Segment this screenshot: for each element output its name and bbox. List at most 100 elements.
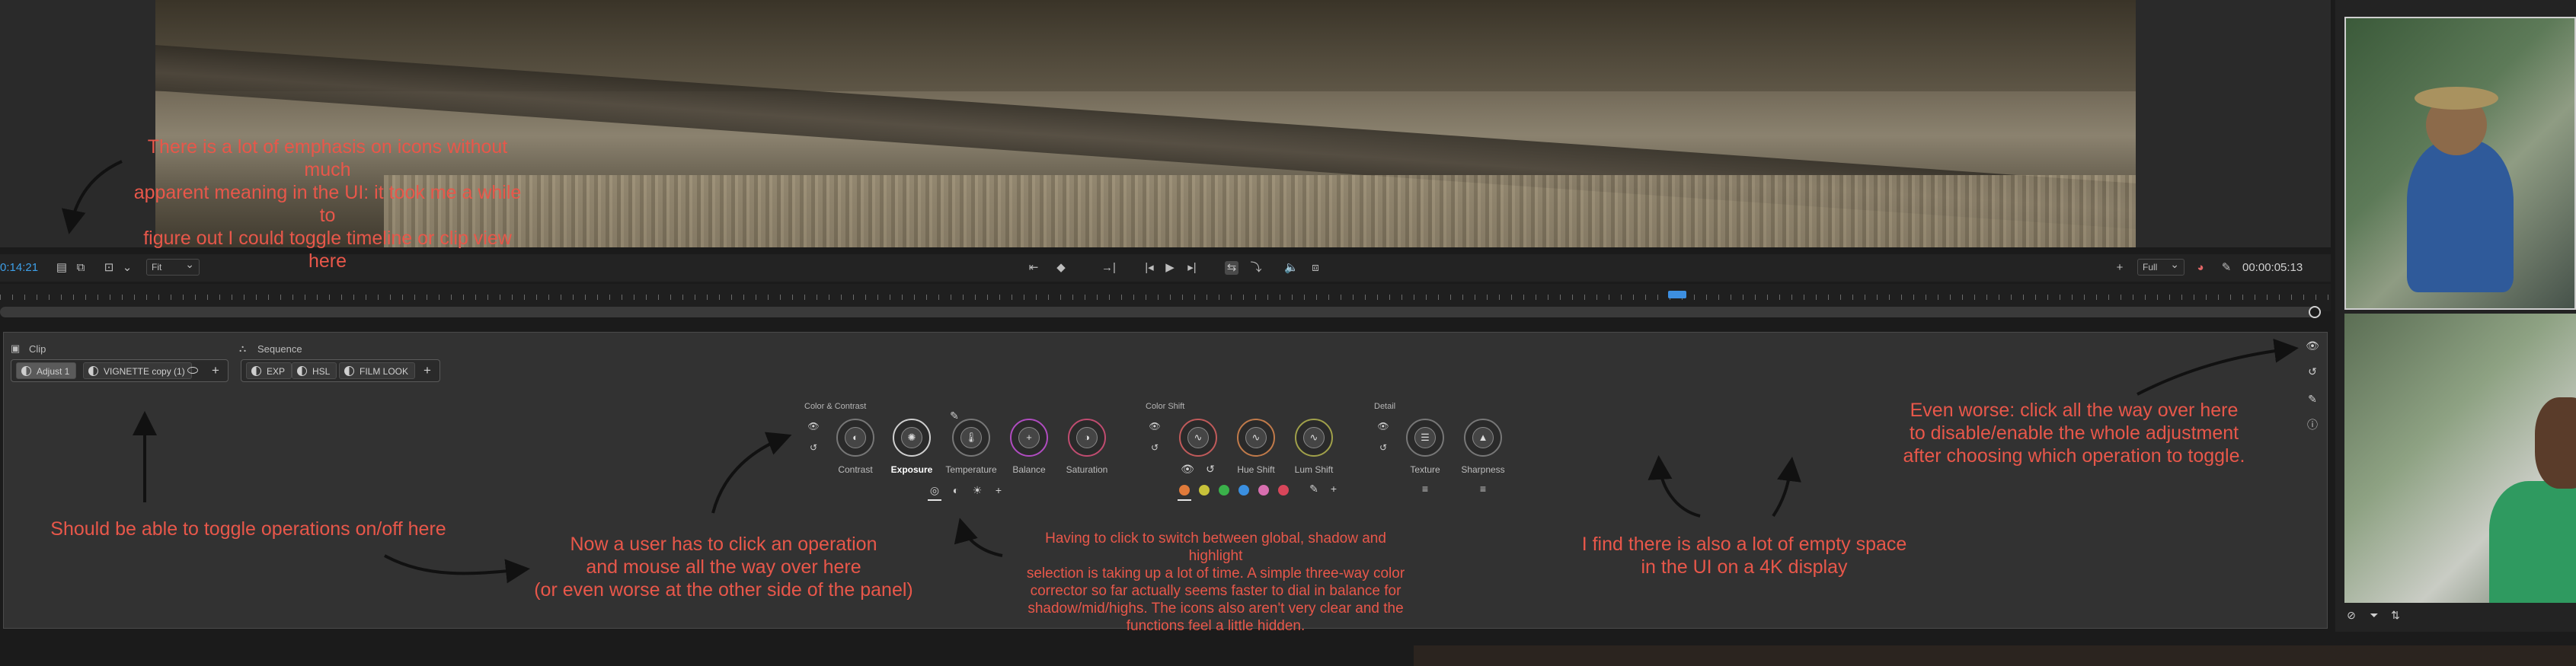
clip-thumbnail-panel: ⊘ ⏷ ⇅	[2335, 0, 2576, 632]
balance-knob[interactable]: +	[1010, 419, 1048, 457]
clip-thumbnail-selected[interactable]	[2344, 17, 2576, 310]
playhead-marker[interactable]	[1668, 291, 1686, 298]
toggle-dot-icon	[21, 366, 31, 376]
reset-icon[interactable]: ↺	[806, 440, 821, 455]
timeline-view-icon[interactable]: ▤	[55, 261, 69, 275]
hue-wheel-knob[interactable]: ∿	[1179, 419, 1217, 457]
detail-title: Detail	[1374, 402, 1396, 411]
clip-tab-icon[interactable]: ▣	[11, 343, 20, 355]
audio-icon[interactable]: 🔈	[1284, 261, 1299, 275]
saturation-icon: ◑	[1076, 427, 1098, 448]
hue-shift-knob[interactable]: ∿	[1237, 419, 1275, 457]
current-timecode[interactable]: 0:14:21	[0, 261, 38, 274]
aperture-icon: ✺	[901, 427, 922, 448]
color-swatch-red[interactable]	[1278, 485, 1289, 496]
eye-icon[interactable]: 👁	[2305, 339, 2320, 355]
mask-icon[interactable]: ⬭	[185, 363, 200, 378]
playback-resolution-select[interactable]: Full	[2137, 257, 2184, 276]
sliders-icon[interactable]: ≡	[1476, 483, 1490, 495]
sliders-icon[interactable]: ≡	[1418, 483, 1432, 495]
add-adjustment-plus-icon[interactable]: +	[208, 363, 223, 378]
wrench-icon[interactable]: ✎	[2305, 393, 2320, 408]
adjustment-chip[interactable]: VIGNETTE copy (1)	[83, 362, 192, 379]
color-swatch-orange[interactable]	[1179, 485, 1190, 496]
sharpness-knob[interactable]: ▲	[1464, 419, 1502, 457]
adjustment-chip[interactable]: Adjust 1	[16, 362, 77, 379]
color-contrast-title: Color & Contrast	[804, 402, 867, 411]
adjustment-chip-label: EXP	[267, 366, 286, 377]
export-frame-icon[interactable]: ⧈	[1309, 261, 1322, 275]
eye-icon[interactable]: 👁	[806, 419, 821, 434]
shadow-icon[interactable]: ◐	[949, 484, 963, 496]
contrast-knob[interactable]: ◐	[836, 419, 874, 457]
reset-icon[interactable]: ↺	[2305, 365, 2320, 381]
adjustment-chip[interactable]: FILM LOOK	[339, 362, 416, 379]
reset-icon[interactable]: ↺	[1147, 440, 1162, 455]
exposure-knob[interactable]: ✺	[893, 419, 931, 457]
clip-view-icon[interactable]: ⧉	[74, 261, 88, 275]
hide-icon[interactable]: ⊘	[2344, 609, 2358, 622]
adjustment-chip-label: Adjust 1	[37, 366, 70, 377]
toggle-dot-icon	[344, 366, 354, 376]
sequence-tab-label[interactable]: Sequence	[257, 343, 302, 355]
zoom-end-handle[interactable]	[2309, 306, 2321, 318]
thermometer-icon: 🌡	[960, 427, 982, 448]
wrench-icon[interactable]: ✎	[2220, 261, 2233, 275]
go-to-in-icon[interactable]: →|	[1101, 261, 1116, 275]
eye-icon[interactable]: 👁	[1376, 419, 1391, 434]
annotation-icons-emphasis: There is a lot of emphasis on icons with…	[133, 136, 522, 272]
sort-icon[interactable]: ⇅	[2389, 609, 2402, 622]
thumbnail-person-face	[2535, 397, 2576, 489]
wave-icon: ∿	[1303, 427, 1325, 448]
plus-icon[interactable]: +	[992, 484, 1005, 496]
saturation-label: Saturation	[1066, 464, 1108, 475]
plus-icon[interactable]: +	[1327, 483, 1341, 495]
color-scopes-icon[interactable]: ◕	[2194, 261, 2207, 275]
loop-icon[interactable]: ⇆	[1225, 261, 1238, 275]
adjustment-chip[interactable]: EXP	[246, 362, 292, 379]
temperature-knob[interactable]: 🌡	[952, 419, 990, 457]
color-swatch-blue[interactable]	[1238, 485, 1249, 496]
color-swatch-green[interactable]	[1219, 485, 1229, 496]
contrast-icon: ◐	[845, 427, 866, 448]
filter-icon[interactable]: ⏷	[2367, 609, 2381, 622]
info-icon[interactable]: ⓘ	[2305, 417, 2320, 432]
clip-tab-label[interactable]: Clip	[29, 343, 46, 355]
play-icon[interactable]: ▶	[1163, 261, 1177, 275]
color-swatch-magenta[interactable]	[1258, 485, 1269, 496]
eyedropper-icon[interactable]: ✎	[1307, 483, 1321, 496]
eye-icon[interactable]: 👁	[1181, 463, 1194, 476]
sequence-tab-icon[interactable]: ⛬	[239, 343, 246, 355]
annotation-even-worse: Even worse: click all the way over here …	[1903, 400, 2245, 467]
lum-shift-knob[interactable]: ∿	[1295, 419, 1333, 457]
color-swatch-yellow[interactable]	[1199, 485, 1210, 496]
selected-range-underline	[928, 499, 941, 501]
adjustment-chip[interactable]: HSL	[292, 362, 337, 379]
step-forward-icon[interactable]: ▸|	[1185, 261, 1199, 275]
thumbnail-person-shirt	[2407, 140, 2514, 292]
globe-icon[interactable]: ◎	[928, 484, 941, 497]
insert-icon[interactable]: ⤵	[1249, 261, 1263, 275]
reset-icon[interactable]: ↺	[1203, 463, 1217, 476]
annotation-empty-space: I find there is also a lot of empty spac…	[1581, 534, 1907, 578]
clip-thumbnail[interactable]	[2344, 314, 2576, 603]
monitor-right-margin	[2136, 0, 2331, 247]
timeline-scrollbar[interactable]	[0, 307, 2316, 317]
texture-knob[interactable]: ☰	[1406, 419, 1444, 457]
eyedropper-icon[interactable]: ✎	[948, 409, 961, 422]
marker-icon[interactable]: ◆	[1054, 261, 1068, 275]
video-coffee-beans	[384, 175, 2136, 247]
add-button-icon[interactable]: +	[2113, 261, 2127, 275]
saturation-knob[interactable]: ◑	[1068, 419, 1106, 457]
annotation-click-operation: Now a user has to click an operation and…	[534, 534, 913, 601]
wave-icon: ∿	[1245, 427, 1267, 448]
highlight-icon[interactable]: ☀	[970, 484, 984, 497]
add-adjustment-plus-icon[interactable]: +	[420, 363, 435, 378]
reset-icon[interactable]: ↺	[1376, 440, 1391, 455]
step-back-icon[interactable]: |◂	[1143, 261, 1156, 275]
safe-margins-icon[interactable]: ⊡	[102, 261, 116, 275]
duration-timecode: 00:00:05:13	[2242, 261, 2303, 274]
eye-icon[interactable]: 👁	[1147, 419, 1162, 434]
toggle-dot-icon	[88, 366, 98, 376]
mark-in-icon[interactable]: ⇤	[1027, 261, 1040, 275]
